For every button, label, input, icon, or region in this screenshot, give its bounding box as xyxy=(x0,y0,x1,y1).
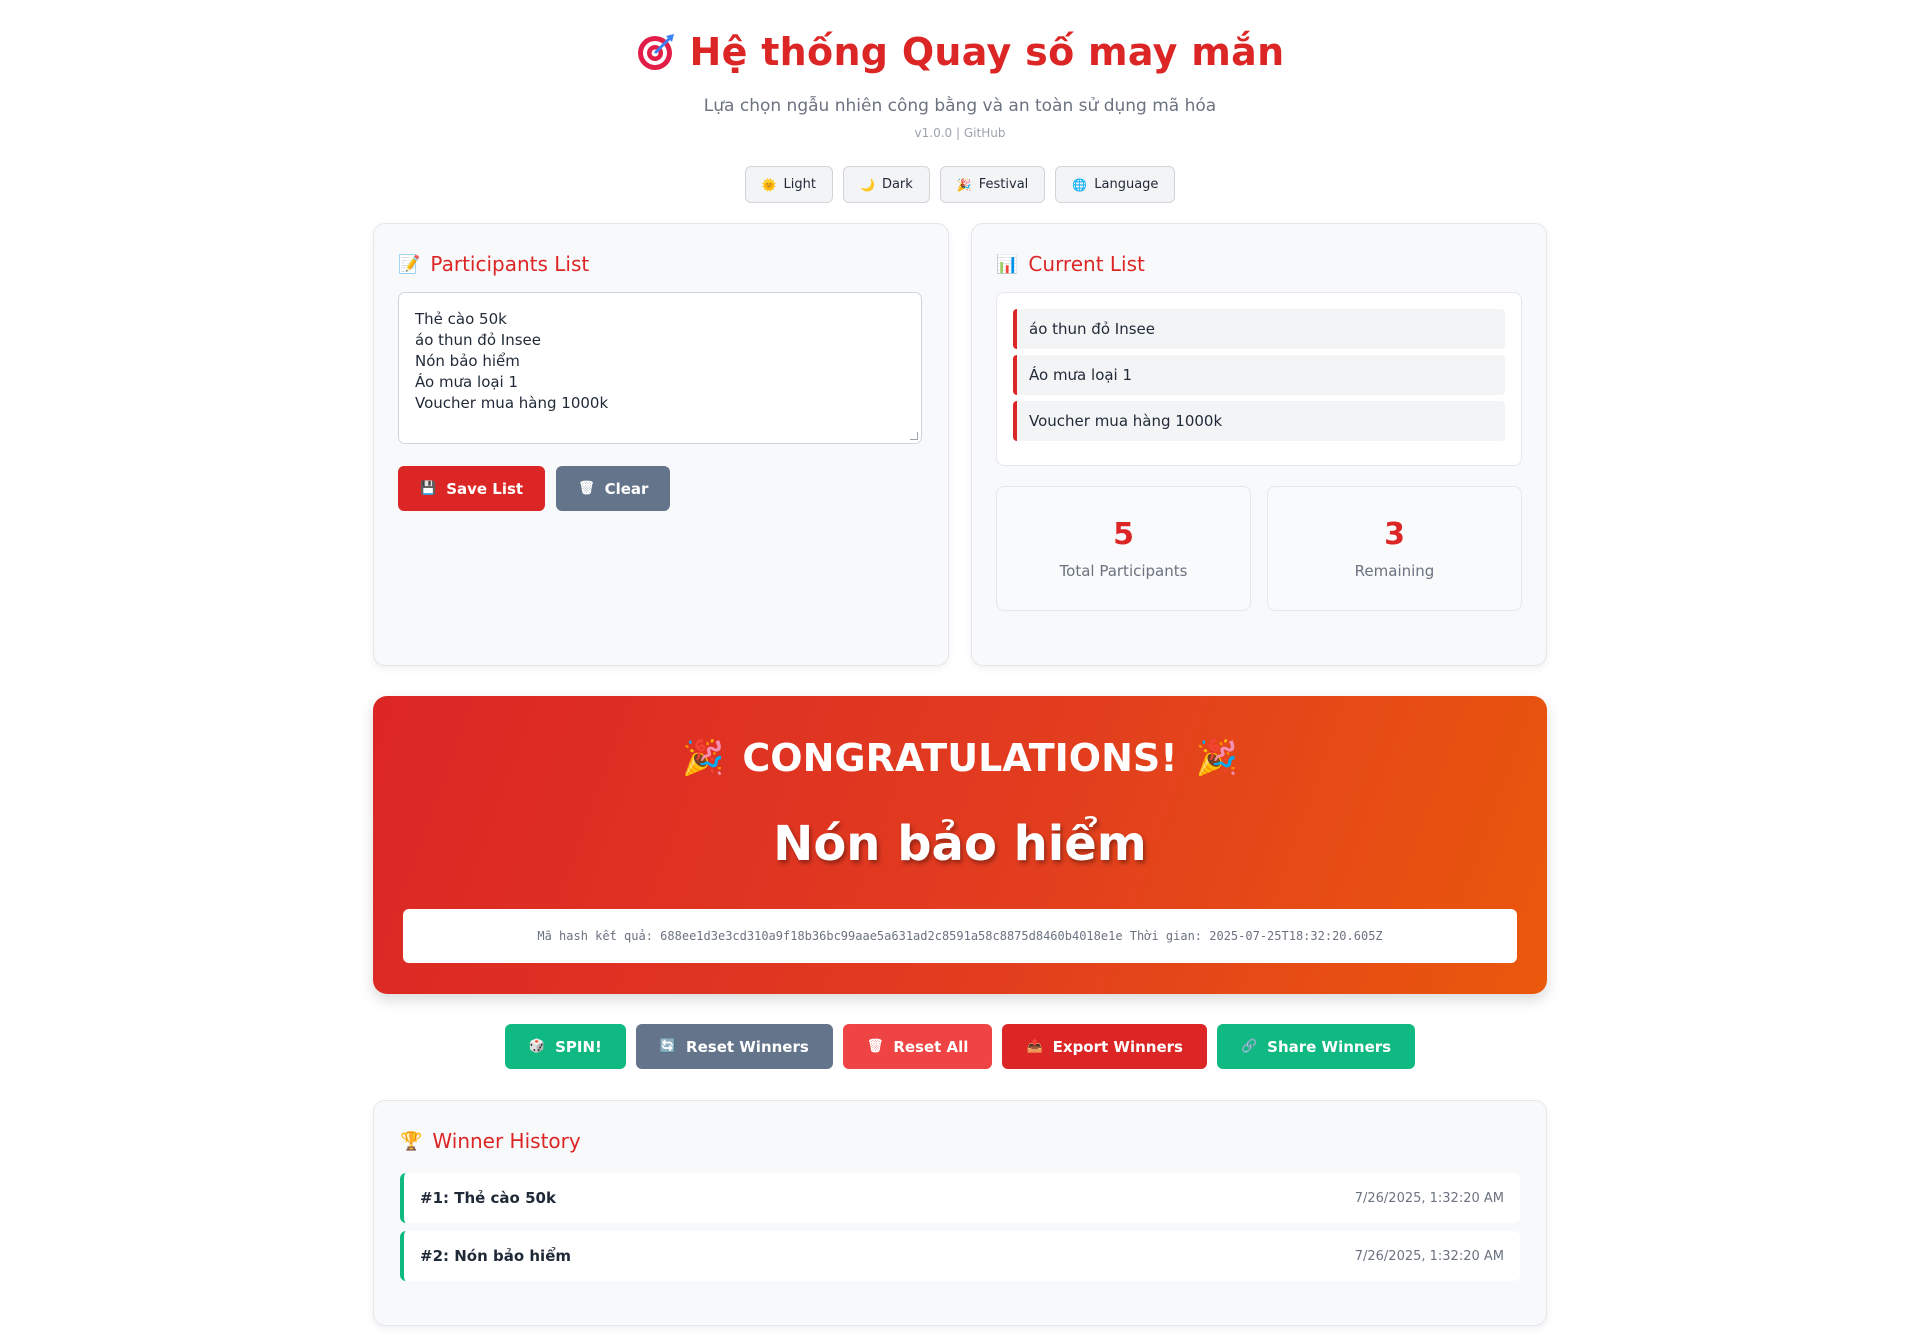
remaining-card: 3 Remaining xyxy=(1267,486,1522,611)
reset-winners-button[interactable]: 🔄 Reset Winners xyxy=(635,1024,833,1069)
current-list-heading-text: Current List xyxy=(1028,252,1145,276)
reset-all-button[interactable]: 🗑 Reset All xyxy=(842,1024,993,1069)
theme-light-button[interactable]: 🌞 Light xyxy=(744,166,833,203)
resize-grip-icon[interactable] xyxy=(910,432,918,440)
result-banner: 🎉 CONGRATULATIONS! 🎉 Nón bảo hiểm Mã has… xyxy=(373,696,1547,994)
winner-history-panel: 🏆 Winner History #1: Thẻ cào 50k 7/26/20… xyxy=(373,1100,1547,1326)
save-list-button[interactable]: 💾 Save List xyxy=(398,466,546,511)
reset-all-label: Reset All xyxy=(893,1037,969,1056)
language-label: Language xyxy=(1094,177,1159,192)
theme-festival-label: Festival xyxy=(978,177,1029,192)
export-winners-label: Export Winners xyxy=(1052,1037,1183,1056)
moon-icon: 🌙 xyxy=(860,177,875,192)
wastebasket-icon: 🗑 xyxy=(578,481,595,496)
remaining-label: Remaining xyxy=(1354,562,1435,580)
trophy-icon: 🏆 xyxy=(400,1130,423,1152)
winner-history-heading: 🏆 Winner History xyxy=(400,1129,1520,1153)
export-winners-button[interactable]: 📤 Export Winners xyxy=(1002,1024,1207,1069)
refresh-icon: 🔄 xyxy=(659,1039,677,1054)
language-button[interactable]: 🌐 Language xyxy=(1055,166,1176,203)
share-winners-label: Share Winners xyxy=(1267,1037,1392,1056)
history-item-name: #1: Thẻ cào 50k xyxy=(420,1189,556,1207)
list-item: Áo mưa loại 1 xyxy=(1013,355,1505,395)
theme-switcher: 🌞 Light 🌙 Dark 🎉 Festival 🌐 Language xyxy=(0,166,1920,203)
action-buttons: 🎲 SPIN! 🔄 Reset Winners 🗑 Reset All 📤 Ex… xyxy=(0,1024,1920,1069)
current-list: áo thun đỏ Insee Áo mưa loại 1 Voucher m… xyxy=(996,292,1522,466)
app-title: Hệ thống Quay số may mắn xyxy=(689,30,1285,74)
participants-panel: 📝 Participants List Thẻ cào 50k áo thun … xyxy=(373,223,949,666)
list-item: Voucher mua hàng 1000k xyxy=(1013,401,1505,441)
clear-label: Clear xyxy=(604,479,649,498)
subtitle: Lựa chọn ngẫu nhiên công bằng và an toàn… xyxy=(703,96,1217,116)
winner-name: Nón bảo hiểm xyxy=(773,816,1147,872)
theme-dark-label: Dark xyxy=(881,177,913,192)
theme-light-label: Light xyxy=(783,177,816,192)
history-item-name: #2: Nón bảo hiểm xyxy=(420,1247,571,1265)
export-icon: 📤 xyxy=(1026,1039,1043,1054)
spin-button[interactable]: 🎲 SPIN! xyxy=(504,1024,626,1069)
total-participants-card: 5 Total Participants xyxy=(996,486,1251,611)
dice-icon: 🎲 xyxy=(528,1039,546,1054)
participants-heading-text: Participants List xyxy=(430,252,590,276)
link-icon: 🔗 xyxy=(1240,1039,1258,1054)
remaining-value: 3 xyxy=(1384,517,1405,552)
clear-button[interactable]: 🗑 Clear xyxy=(556,466,671,511)
congrats-text: CONGRATULATIONS! xyxy=(742,736,1178,780)
globe-icon: 🌐 xyxy=(1072,177,1088,192)
party-popper-icon: 🎉 xyxy=(1195,738,1238,778)
page-title: Hệ thống Quay số may mắn xyxy=(0,30,1920,74)
participants-heading: 📝 Participants List xyxy=(398,252,924,276)
winner-history-list: #1: Thẻ cào 50k 7/26/2025, 1:32:20 AM #2… xyxy=(400,1173,1520,1281)
version-info[interactable]: v1.0.0 | GitHub xyxy=(0,126,1920,140)
floppy-disk-icon: 💾 xyxy=(420,481,437,496)
list-item: áo thun đỏ Insee xyxy=(1013,309,1505,349)
party-popper-icon: 🎉 xyxy=(682,738,725,778)
total-participants-value: 5 xyxy=(1113,517,1134,552)
save-list-label: Save List xyxy=(446,479,524,498)
participants-textarea[interactable]: Thẻ cào 50k áo thun đỏ Insee Nón bảo hiể… xyxy=(398,292,922,444)
history-item: #2: Nón bảo hiểm 7/26/2025, 1:32:20 AM xyxy=(400,1231,1520,1281)
party-icon: 🎉 xyxy=(956,177,972,192)
memo-icon: 📝 xyxy=(398,253,421,275)
bar-chart-icon: 📊 xyxy=(996,253,1019,275)
header: Hệ thống Quay số may mắn Lựa chọn ngẫu n… xyxy=(0,0,1920,140)
sun-icon: 🌞 xyxy=(761,177,777,192)
participants-buttons: 💾 Save List 🗑 Clear xyxy=(398,466,924,511)
stats: 5 Total Participants 3 Remaining xyxy=(996,486,1522,611)
wastebasket-icon: 🗑 xyxy=(866,1039,884,1054)
history-item-time: 7/26/2025, 1:32:20 AM xyxy=(1354,1248,1504,1264)
winner-history-heading-text: Winner History xyxy=(432,1129,581,1153)
target-icon xyxy=(636,32,676,72)
panels: 📝 Participants List Thẻ cào 50k áo thun … xyxy=(373,223,1547,666)
theme-festival-button[interactable]: 🎉 Festival xyxy=(939,166,1046,203)
spin-label: SPIN! xyxy=(555,1037,602,1056)
total-participants-label: Total Participants xyxy=(1059,562,1188,580)
share-winners-button[interactable]: 🔗 Share Winners xyxy=(1216,1024,1416,1069)
current-list-heading: 📊 Current List xyxy=(996,252,1522,276)
result-hash: Mã hash kết quả: 688ee1d3e3cd310a9f18b36… xyxy=(403,909,1517,963)
congrats-heading: 🎉 CONGRATULATIONS! 🎉 xyxy=(373,736,1547,780)
history-item: #1: Thẻ cào 50k 7/26/2025, 1:32:20 AM xyxy=(400,1173,1520,1223)
current-list-panel: 📊 Current List áo thun đỏ Insee Áo mưa l… xyxy=(971,223,1547,666)
reset-winners-label: Reset Winners xyxy=(686,1037,809,1056)
history-item-time: 7/26/2025, 1:32:20 AM xyxy=(1354,1190,1504,1206)
theme-dark-button[interactable]: 🌙 Dark xyxy=(843,166,930,203)
